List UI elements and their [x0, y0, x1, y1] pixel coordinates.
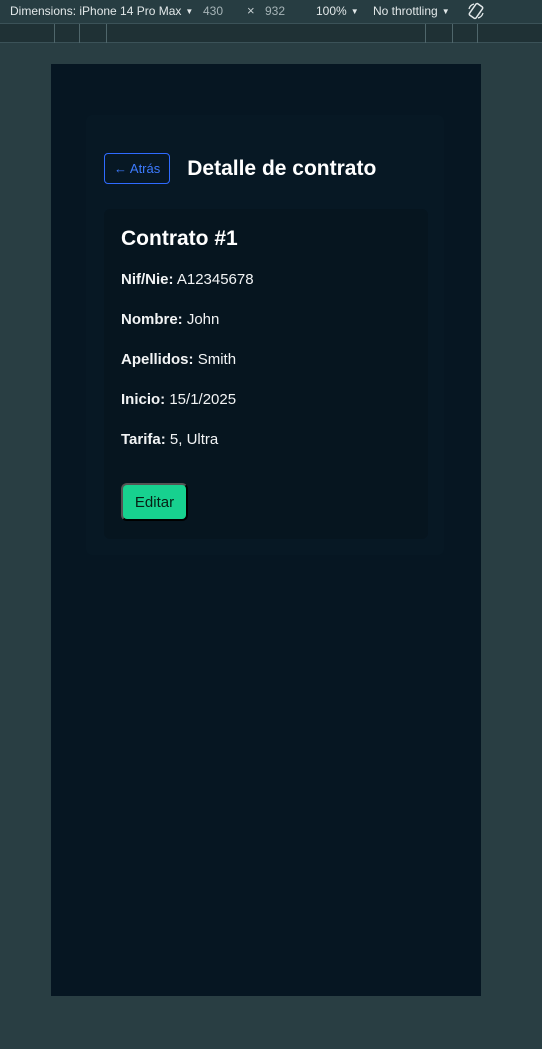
ruler-tick	[54, 24, 55, 43]
contract-card: Contrato #1 Nif/Nie: A12345678 Nombre: J…	[104, 209, 428, 539]
page-title: Detalle de contrato	[187, 156, 377, 180]
page-header: ← Atrás Detalle de contrato	[104, 153, 376, 184]
edit-button[interactable]: Editar	[121, 483, 188, 521]
ruler-tick	[452, 24, 453, 43]
viewport-height-input[interactable]: 932	[265, 4, 285, 18]
field-label: Nombre:	[121, 311, 183, 328]
caret-down-icon: ▼	[185, 6, 194, 16]
field-value: Smith	[197, 351, 237, 368]
field-inicio: Inicio: 15/1/2025	[121, 391, 236, 408]
field-value: 5, Ultra	[169, 431, 219, 448]
device-dimensions-label: Dimensions: iPhone 14 Pro Max	[10, 4, 182, 18]
field-label: Tarifa:	[121, 431, 166, 448]
field-apellidos: Apellidos: Smith	[121, 351, 236, 368]
ruler-tick	[79, 24, 80, 43]
field-label: Nif/Nie:	[121, 271, 174, 288]
field-label: Apellidos:	[121, 351, 194, 368]
field-tarifa: Tarifa: 5, Ultra	[121, 431, 218, 448]
contract-title: Contrato #1	[121, 227, 238, 250]
times-icon: ×	[247, 3, 255, 18]
field-value: A12345678	[176, 271, 254, 288]
zoom-dropdown[interactable]: 100% ▼	[316, 4, 359, 18]
ruler-tick	[425, 24, 426, 43]
devtools-toolbar: Dimensions: iPhone 14 Pro Max ▼ 430 × 93…	[0, 0, 542, 23]
zoom-label: 100%	[316, 4, 347, 18]
caret-down-icon: ▼	[350, 6, 359, 16]
field-nombre: Nombre: John	[121, 311, 219, 328]
throttling-label: No throttling	[373, 4, 438, 18]
field-value: 15/1/2025	[169, 391, 237, 408]
field-nif: Nif/Nie: A12345678	[121, 271, 254, 288]
ruler-tick	[106, 24, 107, 43]
field-value: John	[186, 311, 220, 328]
media-query-bar	[0, 23, 542, 43]
viewport-width-input[interactable]: 430	[203, 4, 223, 18]
device-dimensions-dropdown[interactable]: Dimensions: iPhone 14 Pro Max ▼	[10, 4, 193, 18]
field-label: Inicio:	[121, 391, 166, 408]
page-container: ← Atrás Detalle de contrato Contrato #1 …	[86, 115, 444, 555]
caret-down-icon: ▼	[441, 6, 450, 16]
device-viewport: ← Atrás Detalle de contrato Contrato #1 …	[51, 64, 481, 996]
rotate-icon[interactable]	[466, 1, 486, 21]
back-button[interactable]: ← Atrás	[104, 153, 171, 184]
throttling-dropdown[interactable]: No throttling ▼	[373, 4, 450, 18]
ruler-tick	[477, 24, 478, 43]
